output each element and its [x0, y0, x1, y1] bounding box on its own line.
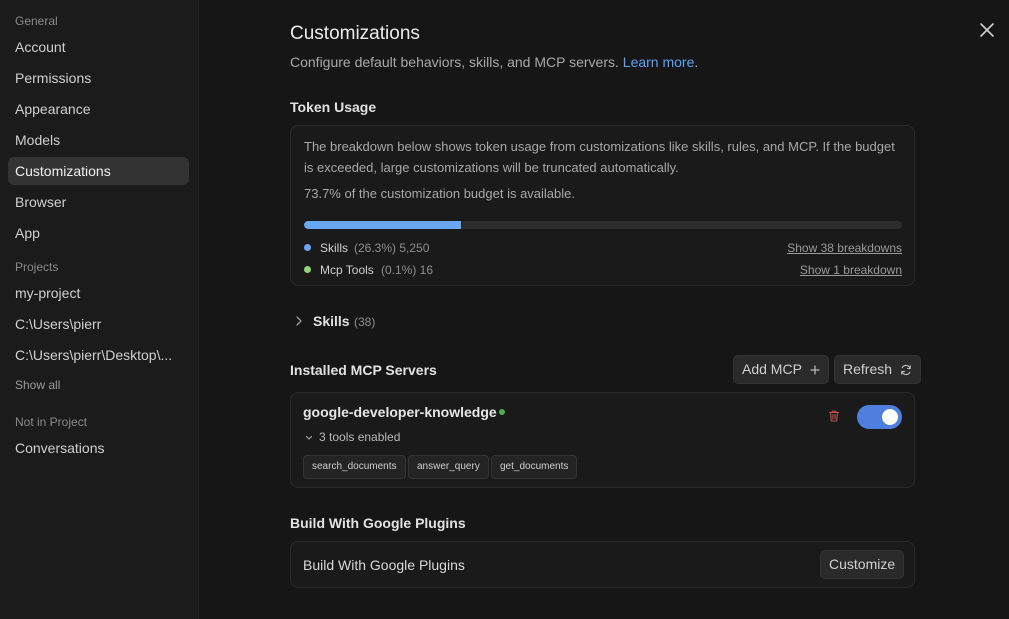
add-mcp-button[interactable]: Add MCP [733, 355, 829, 384]
server-status-dot [499, 409, 505, 415]
customizations-panel: Customizations Configure default behavio… [199, 0, 1009, 619]
refresh-icon [901, 365, 911, 376]
budget-available-text: 73.7% of the customization budget is ava… [304, 186, 576, 201]
sidebar-section-general: General [15, 14, 58, 28]
mcp-server-card: google-developer-knowledge 3 tools enabl… [290, 392, 915, 488]
sidebar-item-project[interactable]: my-project [8, 279, 189, 307]
settings-sidebar: General Account Permissions Appearance M… [0, 0, 199, 619]
sidebar-item-customizations[interactable]: Customizations [8, 157, 189, 185]
progress-fill-skills [304, 221, 462, 229]
show-breakdown-link[interactable]: Show 1 breakdown [800, 263, 902, 277]
tool-tag-search-documents: search_documents [303, 455, 406, 479]
tools-enabled-toggle[interactable]: 3 tools enabled [305, 430, 400, 444]
token-usage-description: The breakdown below shows token usage fr… [304, 139, 895, 175]
page-subtitle: Configure default behaviors, skills, and… [290, 54, 698, 70]
usage-row-skills: Skills (26.3%) 5,250 Show 38 breakdowns [304, 239, 902, 257]
sidebar-item-project[interactable]: C:\Users\pierr [8, 310, 189, 338]
skills-color-dot [304, 244, 311, 251]
token-usage-title: Token Usage [290, 99, 377, 115]
server-enabled-toggle[interactable] [857, 405, 902, 429]
skills-label: Skills [313, 313, 350, 329]
installed-mcp-title: Installed MCP Servers [290, 362, 437, 378]
tools-enabled-text: 3 tools enabled [319, 430, 401, 444]
show-breakdowns-link[interactable]: Show 38 breakdowns [787, 241, 902, 255]
subtitle-period: . [694, 54, 699, 70]
customize-button[interactable]: Customize [820, 550, 905, 579]
usage-row-meta: (26.3%) 5,250 [354, 241, 430, 255]
usage-row-mcp-tools: Mcp Tools (0.1%) 16 Show 1 breakdown [304, 261, 902, 279]
mcp-server-name: google-developer-knowledge [303, 404, 497, 420]
sidebar-item-models[interactable]: Models [8, 126, 189, 154]
sidebar-item-conversations[interactable]: Conversations [8, 434, 189, 462]
token-usage-card: The breakdown below shows token usage fr… [290, 125, 915, 286]
sidebar-item-project[interactable]: C:\Users\pierr\Desktop\... [8, 341, 189, 369]
chevron-right-icon [296, 316, 302, 326]
show-all-projects-link[interactable]: Show all [0, 372, 198, 398]
plus-icon [809, 365, 820, 375]
toggle-knob [882, 409, 898, 425]
learn-more-link[interactable]: Learn more [623, 54, 695, 70]
sidebar-item-appearance[interactable]: Appearance [8, 95, 189, 123]
add-mcp-label: Add MCP [742, 361, 802, 377]
skills-count: (38) [354, 315, 376, 329]
sidebar-section-projects: Projects [15, 260, 59, 274]
chevron-down-icon [305, 435, 313, 440]
tool-tag-get-documents: get_documents [491, 455, 578, 479]
mcp-tools-color-dot [304, 266, 311, 273]
token-usage-progress-bar [304, 221, 902, 229]
sidebar-item-browser[interactable]: Browser [8, 188, 189, 216]
refresh-button[interactable]: Refresh [834, 355, 921, 384]
plugins-section-title: Build With Google Plugins [290, 515, 466, 531]
subtitle-text: Configure default behaviors, skills, and… [290, 54, 619, 70]
trash-icon[interactable] [827, 409, 841, 423]
page-title: Customizations [290, 23, 420, 44]
settings-window: General Account Permissions Appearance M… [0, 0, 1009, 619]
usage-row-meta: (0.1%) 16 [381, 263, 434, 277]
tool-tag-answer-query: answer_query [408, 455, 489, 479]
plugins-card: Build With Google Plugins Customize [290, 541, 915, 588]
close-button[interactable] [977, 20, 997, 40]
refresh-label: Refresh [843, 361, 893, 377]
sidebar-item-app[interactable]: App [8, 219, 189, 247]
sidebar-section-not-in-project: Not in Project [15, 415, 88, 429]
usage-row-name: Mcp Tools [320, 263, 374, 277]
usage-row-name: Skills [320, 241, 349, 255]
plugins-row-label: Build With Google Plugins [303, 557, 465, 573]
sidebar-item-permissions[interactable]: Permissions [8, 64, 189, 92]
sidebar-item-account[interactable]: Account [8, 33, 189, 61]
close-icon [980, 23, 994, 37]
